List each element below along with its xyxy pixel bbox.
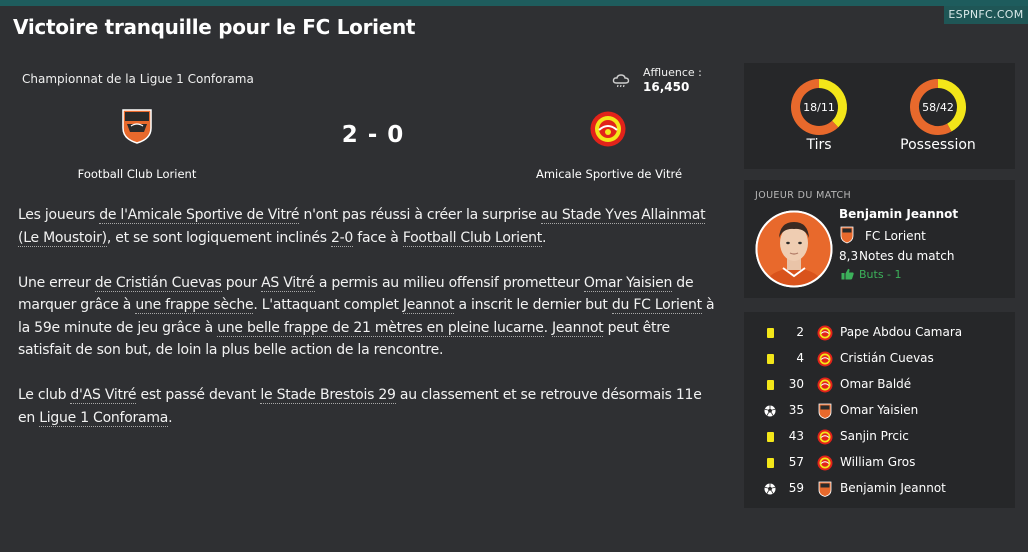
yellow-card-icon <box>763 378 777 392</box>
report-paragraph: Les joueurs de l'Amicale Sportive de Vit… <box>18 207 706 247</box>
report-link[interactable]: Omar Yaisien <box>583 274 672 292</box>
player-name[interactable]: Benjamin Jeannot <box>839 207 958 221</box>
player-rating-label: Notes du match <box>859 249 955 263</box>
shots-donut-chart: 18/11 <box>791 79 847 135</box>
home-team-name[interactable]: Football Club Lorient <box>60 167 214 181</box>
report-paragraph: Le club d'AS Vitré est passé devant le S… <box>18 387 702 427</box>
report-link[interactable]: Football Club Lorient <box>402 229 542 247</box>
away-team-name[interactable]: Amicale Sportive de Vitré <box>530 167 688 181</box>
attendance-label: Affluence : <box>643 66 702 79</box>
event-player-name[interactable]: Cristián Cuevas <box>840 351 934 365</box>
possession-donut-chart: 58/42 <box>910 79 966 135</box>
home-team-crest-icon <box>817 403 833 419</box>
donut-value-label: 58/42 <box>922 101 954 114</box>
competition-name[interactable]: Championnat de la Ligue 1 Conforama <box>22 72 254 86</box>
home-team-crest-icon <box>817 481 833 497</box>
event-player-name[interactable]: Benjamin Jeannot <box>840 481 946 495</box>
cloud-rain-icon <box>612 74 630 88</box>
away-team-crest-icon <box>817 377 833 393</box>
away-team-crest[interactable] <box>589 110 627 148</box>
home-team-crest[interactable] <box>120 108 154 144</box>
event-player-name[interactable]: Omar Yaisien <box>840 403 918 417</box>
report-link[interactable]: de Cristián Cuevas <box>94 274 222 292</box>
event-minute: 2 <box>796 325 804 339</box>
match-score: 2 - 0 <box>341 122 405 148</box>
thumbs-up-icon <box>841 268 854 280</box>
report-link[interactable]: le Stade Brestois 29 <box>260 387 396 404</box>
match-report-panel: Championnat de la Ligue 1 Conforama Affl… <box>0 58 730 552</box>
event-player-name[interactable]: William Gros <box>840 455 915 469</box>
event-player-name[interactable]: Sanjin Prcic <box>840 429 909 443</box>
event-row[interactable]: 4 Cristián Cuevas <box>744 346 1015 372</box>
donut-value-label: 18/11 <box>803 101 835 114</box>
report-link[interactable]: Ligue 1 Conforama <box>39 409 168 427</box>
event-row[interactable]: 59 Benjamin Jeannot <box>744 476 1015 502</box>
yellow-card-icon <box>763 430 777 444</box>
shots-label: Tirs <box>806 137 832 153</box>
top-accent-bar <box>0 0 1028 6</box>
event-player-name[interactable]: Pape Abdou Camara <box>840 325 962 339</box>
away-team-crest-icon <box>817 455 833 471</box>
player-of-match-header: JOUEUR DU MATCH <box>755 190 852 201</box>
event-player-name[interactable]: Omar Baldé <box>840 377 911 391</box>
match-events-list: 2 Pape Abdou Camara 4 Cristián Cuevas 30 Omar… <box>744 312 1015 508</box>
event-row[interactable]: 35 Omar Yaisien <box>744 398 1015 424</box>
report-link[interactable]: d'AS Vitré <box>70 387 137 404</box>
event-row[interactable]: 57 William Gros <box>744 450 1015 476</box>
report-link[interactable]: 2-0 <box>330 229 353 247</box>
event-row[interactable]: 30 Omar Baldé <box>744 372 1015 398</box>
source-badge[interactable]: ESPNFC.COM <box>944 6 1028 24</box>
report-link[interactable]: Jeannot <box>552 319 604 337</box>
event-row[interactable]: 43 Sanjin Prcic <box>744 424 1015 450</box>
player-of-match-card[interactable]: JOUEUR DU MATCH Benjamin Jeannot FC Lori… <box>744 180 1015 298</box>
report-link[interactable]: de l'Amicale Sportive de Vitré <box>99 207 300 224</box>
event-row[interactable]: 2 Pape Abdou Camara <box>744 320 1015 346</box>
player-avatar[interactable] <box>755 210 833 288</box>
match-stats-card: 18/11 Tirs 58/42 Possession <box>744 63 1015 169</box>
yellow-card-icon <box>763 456 777 470</box>
report-link[interactable]: du FC Lorient <box>611 297 702 314</box>
event-minute: 35 <box>788 403 804 417</box>
player-club-crest <box>840 226 854 244</box>
report-paragraph: Une erreur de Cristián Cuevas pour AS Vi… <box>18 274 715 358</box>
report-link[interactable]: une belle frappe de 21 mètres en pleine … <box>217 319 544 337</box>
goal-ball-icon <box>763 482 777 496</box>
yellow-card-icon <box>763 326 777 340</box>
player-club[interactable]: FC Lorient <box>865 229 926 243</box>
possession-label: Possession <box>900 137 976 153</box>
event-minute: 43 <box>788 429 804 443</box>
headline: Victoire tranquille pour le FC Lorient <box>13 15 416 39</box>
event-minute: 59 <box>788 481 804 495</box>
player-goals: Buts - 1 <box>859 268 902 281</box>
report-link[interactable]: Jeannot <box>402 297 455 314</box>
match-report-text: Les joueurs de l'Amicale Sportive de Vit… <box>18 204 718 452</box>
yellow-card-icon <box>763 352 777 366</box>
report-link[interactable]: AS Vitré <box>261 274 315 292</box>
report-link[interactable]: une frappe sèche <box>135 297 254 314</box>
away-team-crest-icon <box>817 351 833 367</box>
player-rating: 8,3 <box>839 249 859 263</box>
event-minute: 4 <box>796 351 804 365</box>
away-team-crest-icon <box>817 325 833 341</box>
attendance-value: 16,450 <box>643 80 690 94</box>
goal-ball-icon <box>763 404 777 418</box>
event-minute: 30 <box>788 377 804 391</box>
event-minute: 57 <box>788 455 804 469</box>
away-team-crest-icon <box>817 429 833 445</box>
